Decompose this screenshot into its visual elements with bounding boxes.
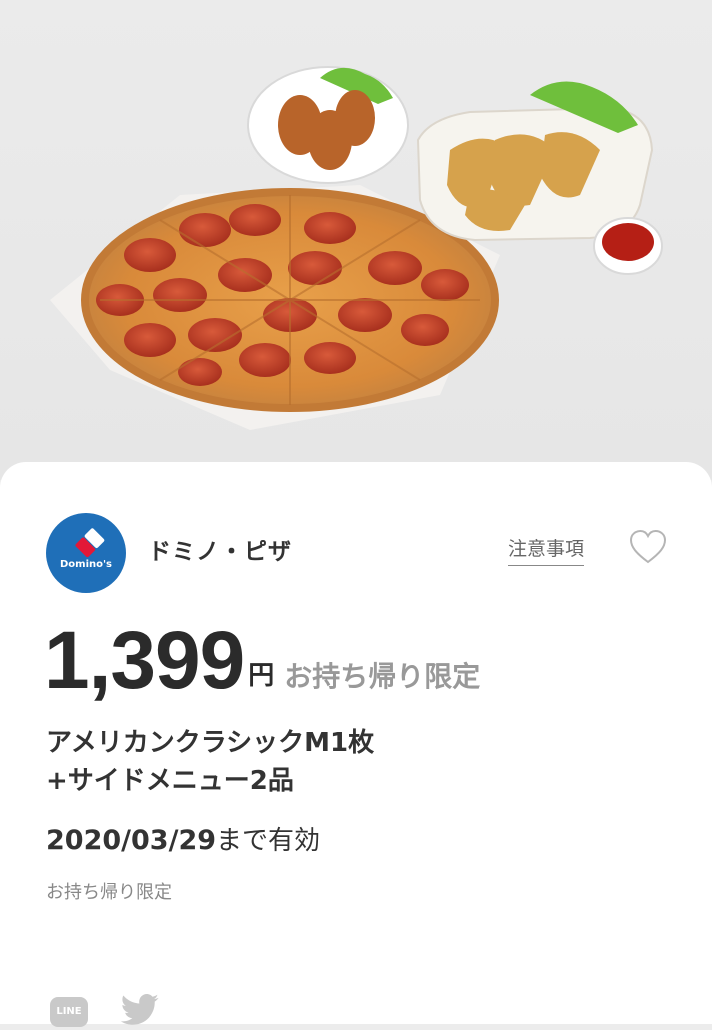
line-share-button[interactable]: LINE [50,997,88,1027]
coupon-title: アメリカンクラシックM1枚 +サイドメニュー2品 [46,724,374,800]
price-row: 1,399 円 お持ち帰り限定 [44,612,480,702]
brand-name: ドミノ・ピザ [148,539,292,565]
price-note: お持ち帰り限定 [284,660,481,693]
valid-suffix: まで有効 [216,826,321,856]
title-line-2: +サイドメニュー2品 [46,766,294,796]
currency: 円 [248,661,275,691]
title-line-1: アメリカンクラシックM1枚 [46,728,375,758]
heart-icon[interactable] [628,528,668,566]
dominos-tile-icon [74,527,108,560]
twitter-icon[interactable] [120,994,160,1026]
coupon-card: Domino's ドミノ・ピザ 注意事項 1,399 円 お持ち帰り限定 アメリ… [0,462,712,1027]
line-icon: LINE [56,1006,82,1017]
hero-image [0,0,712,480]
dominos-logo: Domino's [46,513,126,593]
valid-date: 2020/03/29 [46,825,217,856]
validity: 2020/03/29まで有効 [46,820,320,857]
price: 1,399 [44,615,245,706]
notes-link[interactable]: 注意事項 [508,534,585,566]
subnote: お持ち帰り限定 [46,882,172,903]
food-photo [50,66,663,430]
logo-text: Domino's [59,559,113,570]
